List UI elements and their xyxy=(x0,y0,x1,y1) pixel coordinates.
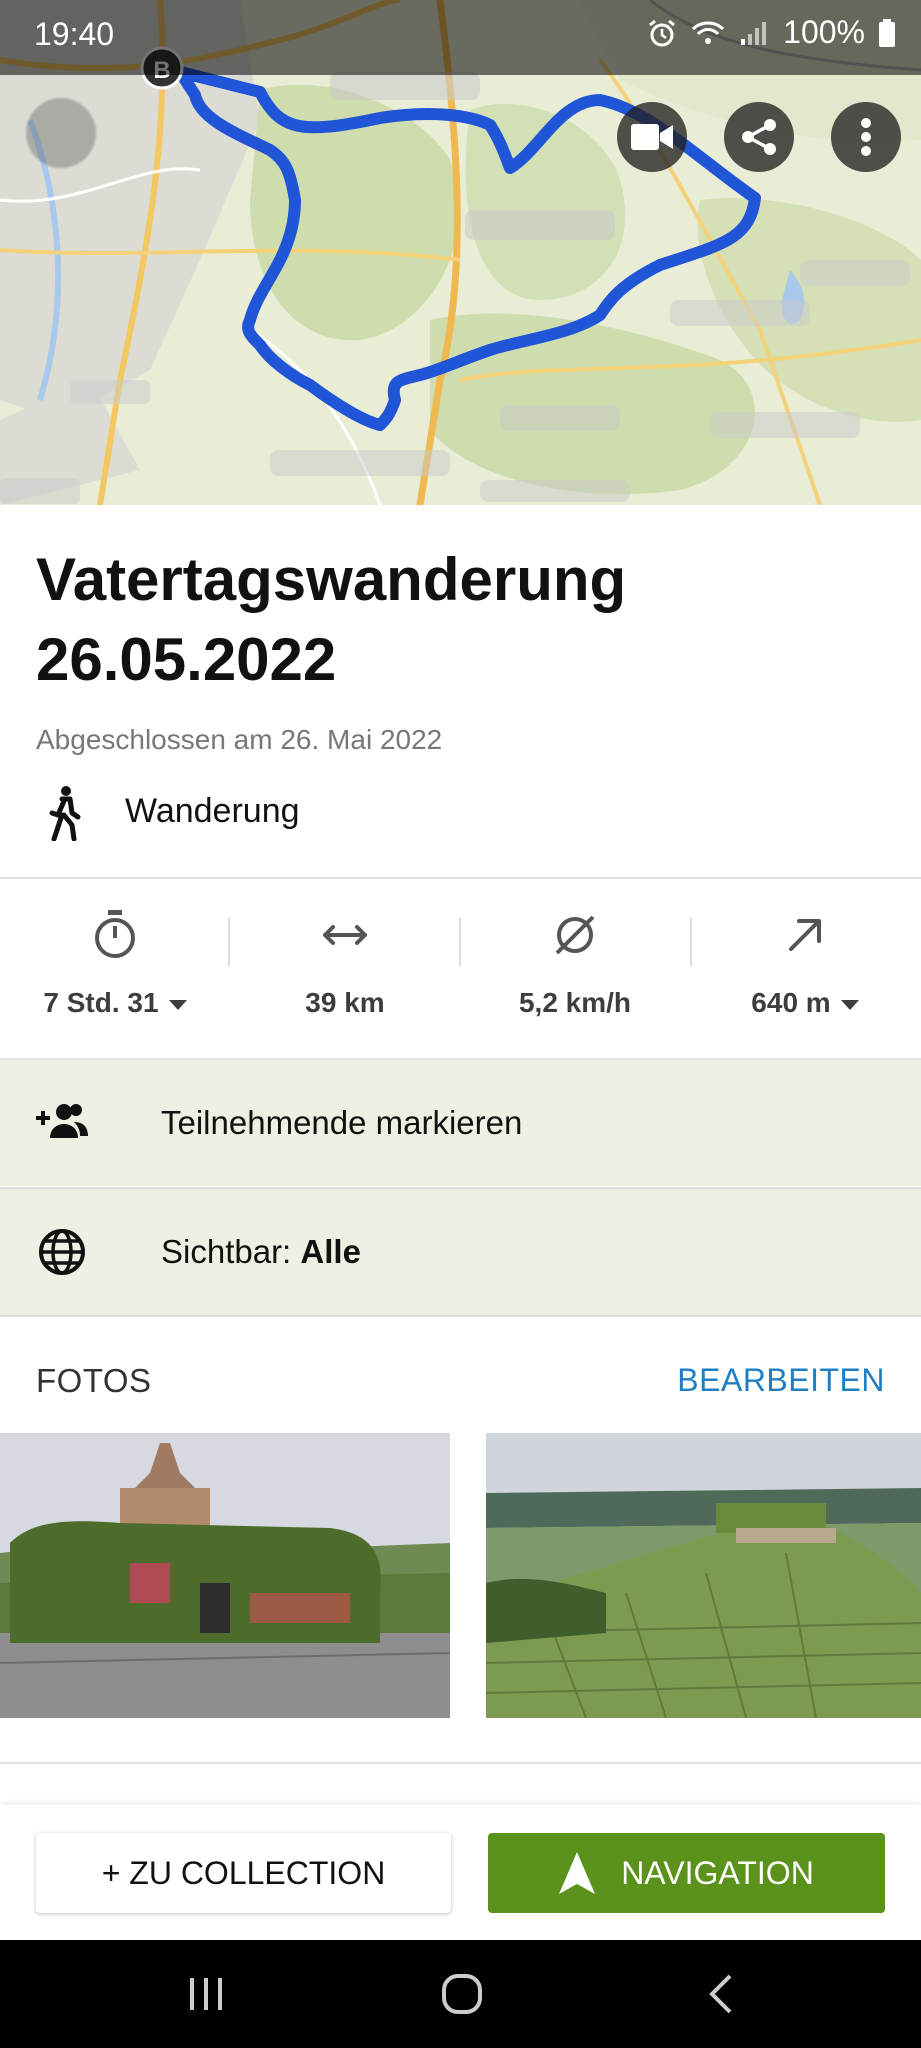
signal-icon xyxy=(741,21,767,45)
back-button[interactable] xyxy=(26,98,96,168)
visibility-value: Alle xyxy=(300,1233,361,1270)
alarm-icon xyxy=(649,19,676,46)
share-icon xyxy=(742,119,776,155)
distance-value: 39 km xyxy=(305,987,385,1018)
add-to-collection-button[interactable]: + ZU COLLECTION xyxy=(36,1833,451,1913)
battery-percent: 100% xyxy=(783,14,865,50)
uphill-arrow-icon xyxy=(789,919,821,951)
recent-apps-icon[interactable] xyxy=(186,1974,226,2014)
map-canvas[interactable]: B xyxy=(0,0,921,505)
more-vertical-icon xyxy=(861,118,871,156)
status-bar: 19:40 100% xyxy=(0,0,921,75)
distance-arrows-icon xyxy=(323,925,367,945)
tour-title: Vatertagswanderung 26.05.2022 xyxy=(36,546,627,693)
photo-thumbnail[interactable] xyxy=(0,1433,450,1718)
photos-section-title: FOTOS xyxy=(36,1362,152,1399)
tag-participants-label: Teilnehmende markieren xyxy=(161,1104,523,1141)
wifi-icon xyxy=(692,21,725,44)
video-camera-icon xyxy=(631,124,673,150)
tag-participants-row[interactable]: Teilnehmende markieren xyxy=(0,1060,921,1186)
edit-photos-button[interactable]: BEARBEITEN xyxy=(677,1362,885,1399)
duration-value: 7 Std. 31 xyxy=(43,987,159,1018)
system-navigation-bar xyxy=(0,1940,921,2048)
completed-date: Abgeschlossen am 26. Mai 2022 xyxy=(36,724,443,755)
status-icons: 100% xyxy=(647,14,895,51)
vineyard-photo xyxy=(486,1433,921,1718)
activity-type: Wanderung xyxy=(125,792,300,830)
hiking-icon xyxy=(49,786,81,841)
home-icon[interactable] xyxy=(440,1972,484,2016)
battery-icon xyxy=(879,18,895,47)
navigation-button[interactable]: NAVIGATION xyxy=(488,1833,885,1913)
divider xyxy=(0,877,921,879)
duration-dropdown-icon xyxy=(168,999,187,1010)
photo-thumbnail[interactable] xyxy=(486,1433,921,1718)
average-icon xyxy=(555,915,595,955)
visibility-row[interactable]: Sichtbar: Alle xyxy=(0,1189,921,1315)
divider xyxy=(0,1762,921,1764)
stat-duration[interactable]: 7 Std. 31 xyxy=(0,905,230,1019)
add-person-icon xyxy=(36,1104,88,1138)
share-button[interactable] xyxy=(724,102,794,172)
map-view[interactable]: B xyxy=(0,0,921,505)
visibility-label: Sichtbar: xyxy=(161,1233,292,1270)
navigation-arrow-icon xyxy=(559,1852,596,1894)
speed-value: 5,2 km/h xyxy=(518,987,632,1018)
more-options-button[interactable] xyxy=(831,102,901,172)
chapel-photo xyxy=(0,1433,450,1718)
video-button[interactable] xyxy=(617,102,687,172)
globe-icon xyxy=(39,1229,85,1275)
status-time: 19:40 xyxy=(34,16,115,52)
navigation-label: NAVIGATION xyxy=(621,1854,814,1891)
back-icon[interactable] xyxy=(706,1972,736,2016)
stat-speed: 5,2 km/h xyxy=(460,905,690,1019)
stat-distance: 39 km xyxy=(230,905,460,1019)
elevation-value: 640 m xyxy=(751,987,831,1018)
stat-elevation[interactable]: 640 m xyxy=(690,905,920,1019)
divider xyxy=(0,1315,921,1317)
elevation-dropdown-icon xyxy=(840,999,859,1010)
stopwatch-icon xyxy=(95,910,135,958)
